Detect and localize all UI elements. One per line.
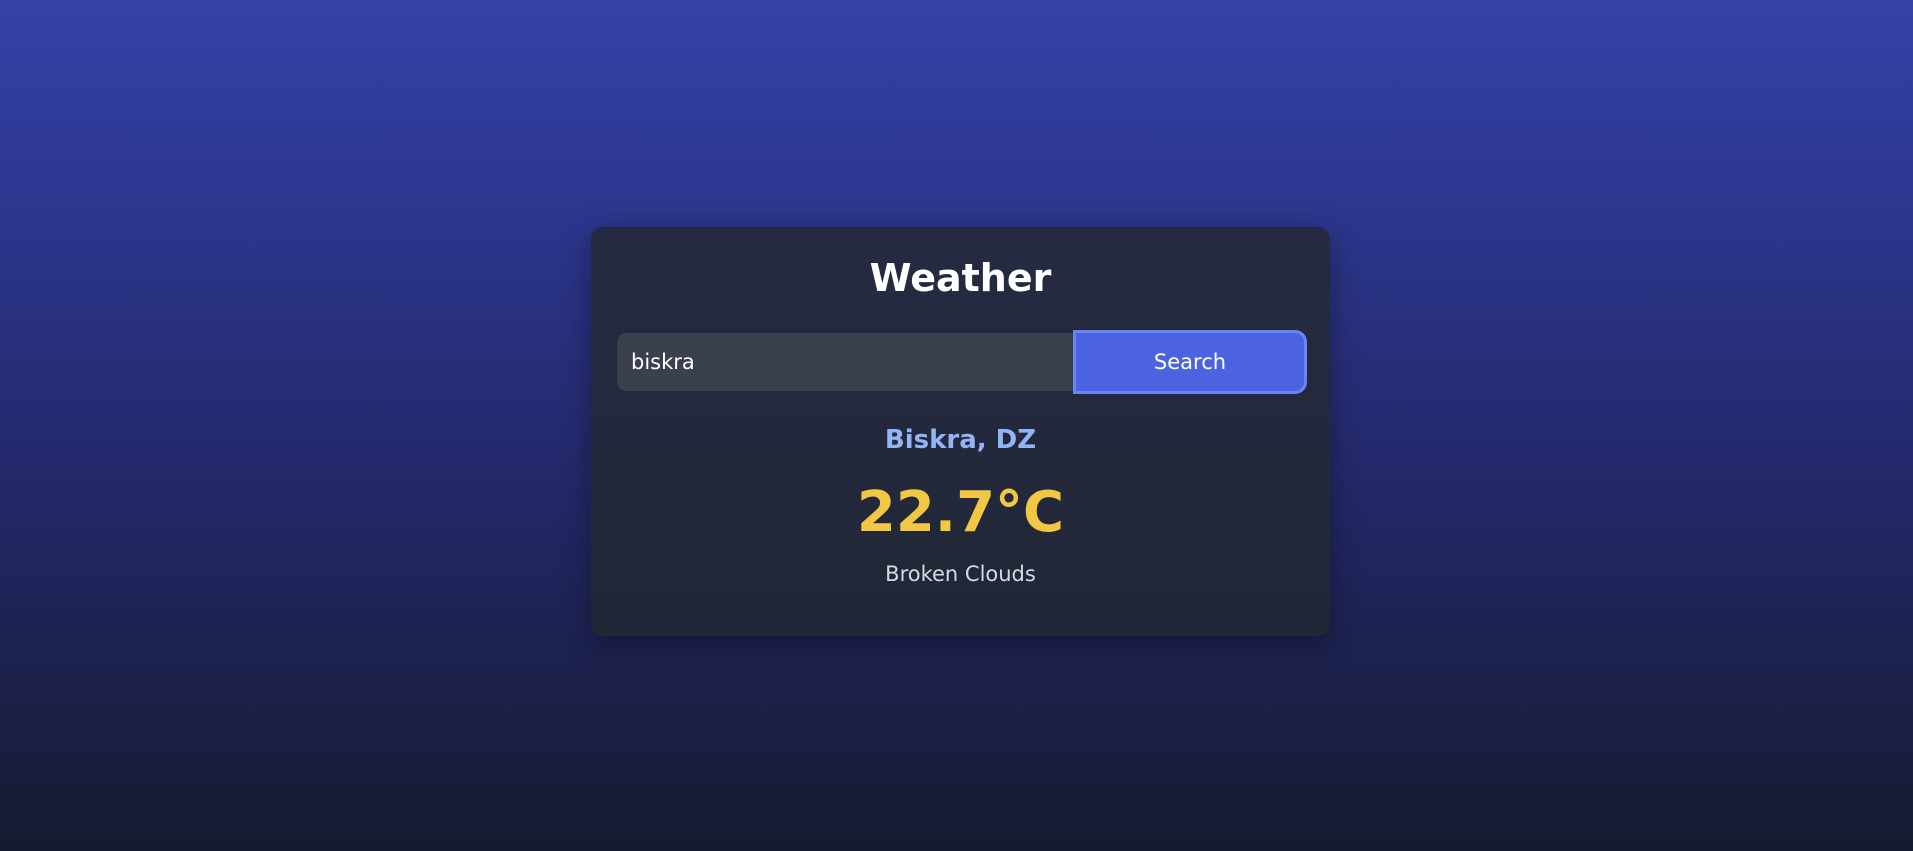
page-background: { "app": { "title": "Weather" }, "search… <box>0 0 1913 851</box>
app-title: Weather <box>869 256 1052 300</box>
temperature-value: 22.7°C <box>856 480 1065 545</box>
city-search-input[interactable] <box>617 333 1075 391</box>
location-label: Biskra, DZ <box>884 425 1037 455</box>
weather-condition: Broken Clouds <box>885 562 1036 586</box>
search-bar: Search <box>617 330 1307 394</box>
weather-card: Weather Search Biskra, DZ 22.7°C Broken … <box>591 227 1330 636</box>
search-button[interactable]: Search <box>1073 330 1307 394</box>
